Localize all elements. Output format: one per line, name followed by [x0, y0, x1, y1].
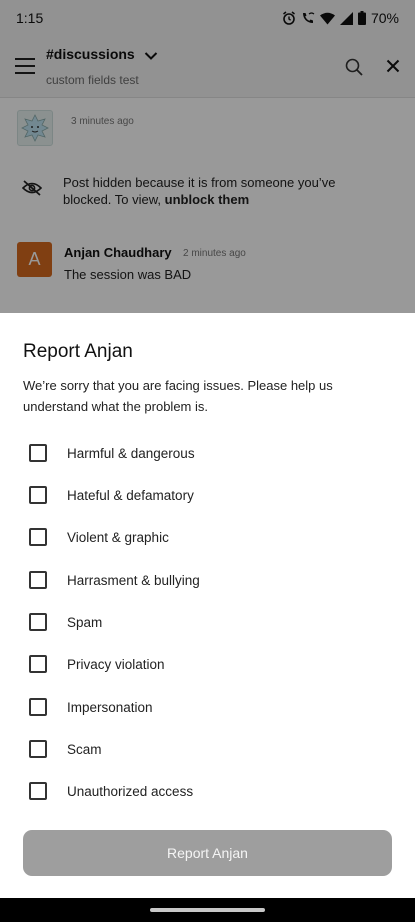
checkbox[interactable] [29, 740, 47, 758]
report-bottom-sheet: Report Anjan We’re sorry that you are fa… [0, 313, 415, 898]
report-option[interactable]: Harmful & dangerous [23, 436, 383, 470]
report-option[interactable]: Privacy violation [23, 647, 383, 681]
sheet-description: We’re sorry that you are facing issues. … [23, 378, 333, 414]
checkbox[interactable] [29, 613, 47, 631]
checkbox[interactable] [29, 782, 47, 800]
report-option[interactable]: Unauthorized access [23, 774, 383, 808]
home-gesture-handle[interactable] [150, 908, 265, 912]
checkbox[interactable] [29, 486, 47, 504]
option-label: Impersonation [67, 699, 153, 715]
report-option[interactable]: Spam [23, 605, 383, 639]
report-option[interactable]: Harrasment & bullying [23, 563, 383, 597]
checkbox[interactable] [29, 655, 47, 673]
option-label: Privacy violation [67, 656, 165, 672]
report-option[interactable]: Violent & graphic [23, 520, 383, 554]
option-label: Spam [67, 614, 103, 630]
checkbox[interactable] [29, 528, 47, 546]
option-label: Scam [67, 741, 102, 757]
option-label: Hateful & defamatory [67, 487, 194, 503]
report-submit-button[interactable]: Report Anjan [23, 830, 392, 876]
checkbox[interactable] [29, 444, 47, 462]
option-label: Harmful & dangerous [67, 445, 195, 461]
option-label: Harrasment & bullying [67, 572, 200, 588]
report-option[interactable]: Hateful & defamatory [23, 478, 383, 512]
checkbox[interactable] [29, 571, 47, 589]
report-option[interactable]: Scam [23, 732, 383, 766]
option-label: Violent & graphic [67, 529, 169, 545]
report-option[interactable]: Impersonation [23, 690, 383, 724]
sheet-title: Report Anjan [23, 341, 133, 362]
checkbox[interactable] [29, 698, 47, 716]
option-label: Unauthorized access [67, 783, 194, 799]
system-nav-bar [0, 898, 415, 922]
